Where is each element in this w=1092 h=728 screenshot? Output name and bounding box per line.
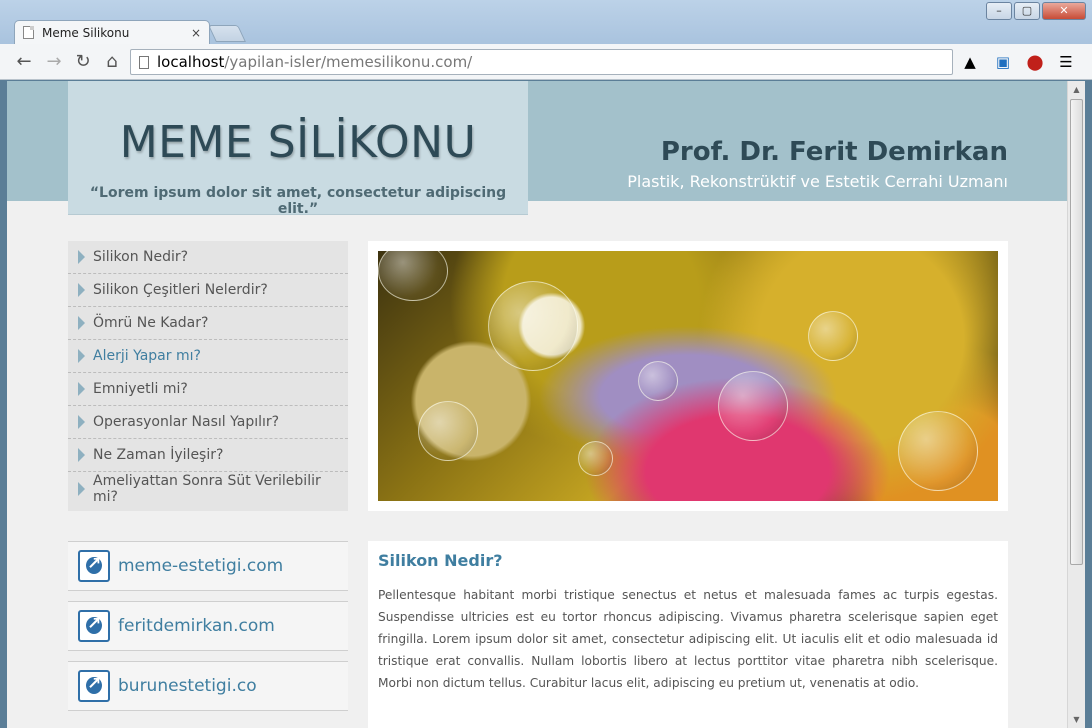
external-link-icon <box>78 670 110 702</box>
side-menu: Silikon Nedir? Silikon Çeşitleri Nelerdi… <box>68 241 348 511</box>
browser-tab[interactable]: Meme Silikonu × <box>14 20 210 44</box>
browser-toolbar: ← → ↻ ⌂ localhost/yapilan-isler/memesili… <box>0 44 1092 80</box>
menu-item-label: Emniyetli mi? <box>93 381 188 397</box>
extension-hat-icon[interactable]: ▲ <box>960 52 980 72</box>
page-viewport: MEME SİLİKONU “Lorem ipsum dolor sit ame… <box>7 81 1067 728</box>
menu-item-label: Ömrü Ne Kadar? <box>93 315 209 331</box>
menu-item-label: Operasyonlar Nasıl Yapılır? <box>93 414 280 430</box>
menu-item-alerji[interactable]: Alerji Yapar mı? <box>68 340 348 373</box>
url-path: /yapilan-isler/memesilikonu.com/ <box>224 53 473 71</box>
external-link-icon <box>78 610 110 642</box>
menu-item-label: Ameliyattan Sonra Süt Verilebilir mi? <box>93 472 321 505</box>
article-title: Silikon Nedir? <box>378 551 503 570</box>
scroll-down-icon[interactable]: ▼ <box>1068 711 1085 728</box>
forward-icon[interactable]: → <box>42 50 66 74</box>
bubble <box>378 251 448 301</box>
arrow-right-icon <box>78 283 85 297</box>
scroll-thumb[interactable] <box>1070 99 1083 565</box>
menu-item-omru[interactable]: Ömrü Ne Kadar? <box>68 307 348 340</box>
browser-titlebar: Meme Silikonu × – ▢ ✕ <box>0 0 1092 44</box>
link-label: feritdemirkan.com <box>118 616 275 636</box>
window-frame <box>1085 81 1092 728</box>
menu-item-emniyetli[interactable]: Emniyetli mi? <box>68 373 348 406</box>
bubble <box>898 411 978 491</box>
arrow-right-icon <box>78 415 85 429</box>
window-controls: – ▢ ✕ <box>986 2 1086 20</box>
document-icon <box>139 55 149 69</box>
bubble <box>718 371 788 441</box>
menu-item-silikon-cesitleri[interactable]: Silikon Çeşitleri Nelerdir? <box>68 274 348 307</box>
new-tab-button[interactable] <box>208 25 246 42</box>
arrow-right-icon <box>78 448 85 462</box>
home-icon[interactable]: ⌂ <box>100 50 124 74</box>
arrow-right-icon <box>78 382 85 396</box>
hero-image <box>378 251 998 501</box>
url-host: localhost <box>157 53 225 71</box>
doctor-title: Plastik, Rekonstrüktif ve Estetik Cerrah… <box>627 172 1008 191</box>
menu-item-label: Silikon Nedir? <box>93 249 189 265</box>
menu-item-label: Silikon Çeşitleri Nelerdir? <box>93 282 268 298</box>
link-label: burunestetigi.co <box>118 676 257 696</box>
site-logo-title: MEME SİLİKONU <box>119 117 477 168</box>
close-window-button[interactable]: ✕ <box>1042 2 1086 20</box>
link-label: meme-estetigi.com <box>118 556 284 576</box>
menu-item-iyilesme[interactable]: Ne Zaman İyileşir? <box>68 439 348 472</box>
arrow-right-icon <box>78 250 85 264</box>
bubble <box>808 311 858 361</box>
link-meme-estetigi[interactable]: meme-estetigi.com <box>68 541 348 591</box>
arrow-right-icon <box>78 316 85 330</box>
bubble <box>638 361 678 401</box>
page-icon <box>23 26 34 39</box>
arrow-right-icon <box>78 349 85 363</box>
link-burunestetigi[interactable]: burunestetigi.co <box>68 661 348 711</box>
extension-screen-icon[interactable]: ▣ <box>993 52 1013 72</box>
scroll-up-icon[interactable]: ▲ <box>1068 81 1085 98</box>
back-icon[interactable]: ← <box>12 50 36 74</box>
adblock-icon[interactable]: ⬤ <box>1025 52 1045 72</box>
menu-item-label: Alerji Yapar mı? <box>93 348 201 364</box>
menu-item-label: Ne Zaman İyileşir? <box>93 447 224 463</box>
menu-icon[interactable]: ☰ <box>1056 52 1076 72</box>
tab-close-icon[interactable]: × <box>191 26 201 40</box>
address-bar[interactable]: localhost/yapilan-isler/memesilikonu.com… <box>130 49 953 75</box>
bubble <box>418 401 478 461</box>
menu-item-silikon-nedir[interactable]: Silikon Nedir? <box>68 241 348 274</box>
menu-item-sut[interactable]: Ameliyattan Sonra Süt Verilebilir mi? <box>68 472 348 505</box>
article-body: Pellentesque habitant morbi tristique se… <box>378 588 998 690</box>
doctor-name: Prof. Dr. Ferit Demirkan <box>660 137 1008 167</box>
article: Silikon Nedir? Pellentesque habitant mor… <box>368 541 1008 728</box>
maximize-button[interactable]: ▢ <box>1014 2 1040 20</box>
site-slogan: “Lorem ipsum dolor sit amet, consectetur… <box>89 185 507 217</box>
minimize-button[interactable]: – <box>986 2 1012 20</box>
bubble <box>578 441 613 476</box>
arrow-right-icon <box>78 481 85 496</box>
logo-box[interactable]: MEME SİLİKONU “Lorem ipsum dolor sit ame… <box>68 81 528 217</box>
hero-image-frame <box>368 241 1008 511</box>
tab-title: Meme Silikonu <box>42 25 130 40</box>
reload-icon[interactable]: ↻ <box>71 50 95 74</box>
vertical-scrollbar[interactable]: ▲ ▼ <box>1067 81 1085 728</box>
link-feritdemirkan[interactable]: feritdemirkan.com <box>68 601 348 651</box>
menu-item-operasyonlar[interactable]: Operasyonlar Nasıl Yapılır? <box>68 406 348 439</box>
bubble <box>488 281 578 371</box>
external-link-icon <box>78 550 110 582</box>
